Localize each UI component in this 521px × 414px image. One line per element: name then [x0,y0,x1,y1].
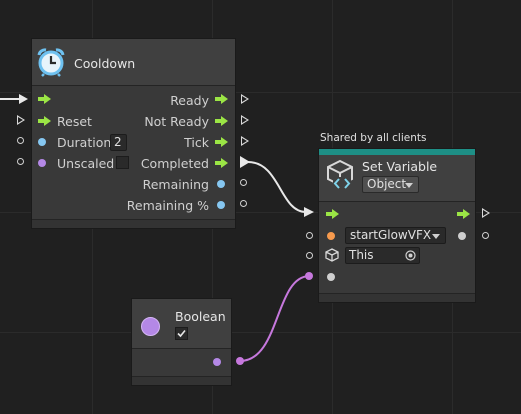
set-variable-variable-input-port[interactable] [306,232,313,239]
variable-name-port-dot [327,232,335,240]
duration-input-port[interactable] [17,137,24,144]
value-output-port-dot [458,232,466,240]
tick-flow-icon [215,137,228,147]
remaining-label: Remaining [142,177,209,192]
remaining-pct-output-port[interactable] [240,200,247,207]
chevron-down-icon [432,234,440,239]
remaining-pct-port-dot [217,201,225,209]
duration-port-dot [38,138,46,146]
unscaled-input-port[interactable] [17,158,24,165]
ready-label: Ready [170,93,209,108]
duration-field[interactable]: 2 [110,134,127,151]
cooldown-header[interactable]: Cooldown [32,39,235,85]
boolean-footer [132,376,231,385]
set-variable-value-output-port[interactable] [482,232,489,239]
cooldown-header-divider [32,85,235,86]
shared-by-all-clients-label: Shared by all clients [320,132,427,144]
target-field[interactable]: This [345,247,420,264]
set-variable-footer [319,293,475,302]
boolean-header[interactable]: Boolean [132,299,231,348]
scope-dropdown[interactable]: Object [362,176,419,193]
reset-flow-icon [38,116,51,126]
completed-flow-icon [215,158,228,168]
target-value: This [349,248,374,262]
cube-code-icon [327,159,353,190]
ready-flow-icon [215,94,228,104]
cooldown-title: Cooldown [74,56,136,71]
tick-label: Tick [184,135,209,150]
boolean-value-checkbox[interactable] [175,327,188,340]
tick-output-port[interactable] [241,136,249,146]
boolean-header-divider [132,348,231,349]
remaining-port-dot [217,180,225,188]
duration-label: Duration [57,135,112,150]
not-ready-label: Not Ready [144,114,209,129]
target-circle-icon[interactable] [405,250,416,261]
boolean-wire-start-dot [236,357,244,365]
variable-name-value: startGlowVFX [350,228,432,242]
checkmark-icon [177,329,186,338]
setvariable-input-arrow [304,207,314,217]
boolean-output-port-dot [213,358,221,366]
cooldown-flow-in-icon[interactable] [38,94,51,104]
value-input-port-dot [327,273,335,281]
set-variable-flow-out-icon [457,209,470,219]
unscaled-label: Unscaled [57,156,115,171]
boolean-type-circle-icon [141,317,160,336]
cube-icon [325,248,339,262]
ready-output-port[interactable] [241,94,249,104]
unscaled-port-dot [38,159,46,167]
variable-name-dropdown[interactable]: startGlowVFX [345,227,446,244]
boolean-to-setvariable-wire [239,275,310,362]
cooldown-footer [32,219,235,228]
not-ready-flow-icon [215,116,228,126]
set-variable-title: Set Variable [362,159,438,174]
chevron-down-icon [405,183,413,188]
alarm-clock-icon [37,48,65,77]
boolean-node[interactable]: Boolean [131,298,232,386]
completed-label: Completed [140,156,209,171]
incoming-flow-arrow [19,94,28,104]
completed-output-arrow [240,156,250,168]
set-variable-header-divider [319,201,475,202]
boolean-title: Boolean [175,309,226,324]
boolean-wire-end-dot [305,272,313,280]
remaining-pct-label: Remaining % [126,198,209,213]
set-variable-header[interactable]: Set Variable Object [319,155,475,201]
cooldown-node[interactable]: Cooldown Reset Duration 2 Unscaled Ready… [31,38,236,229]
scope-dropdown-value: Object [367,177,407,191]
reset-input-port[interactable] [17,115,25,125]
set-variable-flow-in-icon[interactable] [326,209,339,219]
unscaled-checkbox[interactable] [116,156,129,169]
set-variable-target-input-port[interactable] [306,252,313,259]
completed-to-setvariable-wire [247,161,307,213]
not-ready-output-port[interactable] [241,115,249,125]
set-variable-node[interactable]: Set Variable Object startGlowVFX This [318,148,476,303]
reset-label: Reset [57,114,92,129]
remaining-output-port[interactable] [240,179,247,186]
set-variable-flow-output-port[interactable] [482,208,490,218]
